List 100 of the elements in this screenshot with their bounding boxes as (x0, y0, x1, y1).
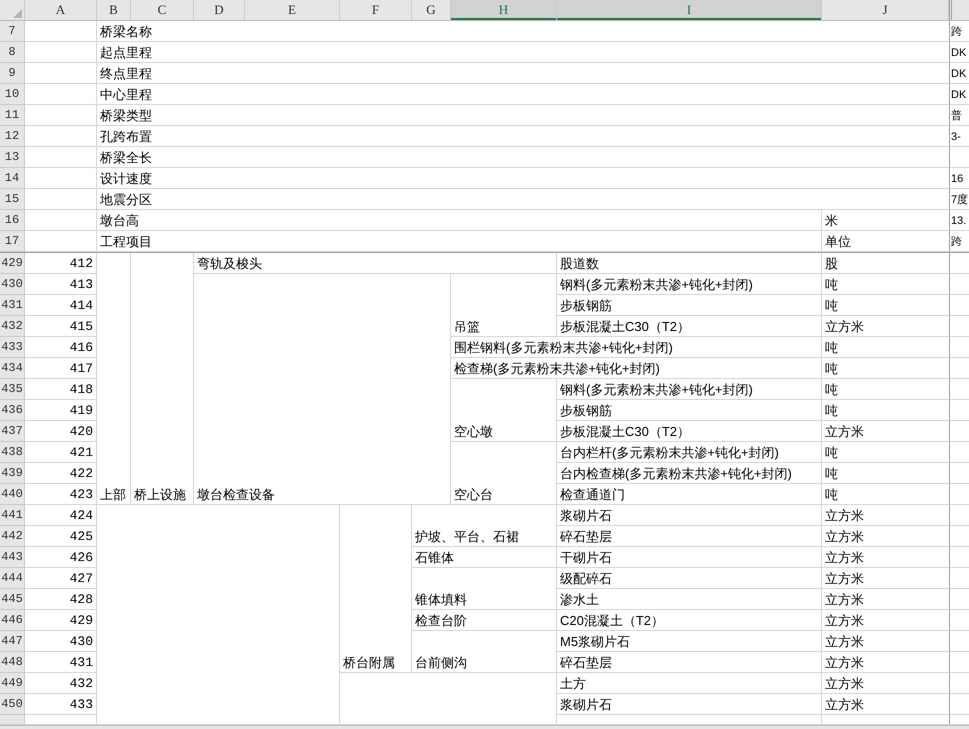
table-cell: 吨 (822, 337, 949, 358)
table-cell: 433 (25, 694, 97, 715)
row-header[interactable]: 8 (0, 42, 25, 63)
table-cell: C20混凝土（T2） (557, 610, 822, 631)
column-header[interactable]: I (557, 0, 822, 20)
table-cell: 终点里程 (97, 63, 949, 84)
row-header[interactable]: 15 (0, 189, 25, 210)
table-cell: 425 (25, 526, 97, 547)
column-header[interactable]: F (340, 0, 412, 20)
table-cell: 锥体填料 (412, 568, 557, 610)
table-cell: 墩台高 (97, 210, 822, 231)
row-header[interactable]: 435 (0, 379, 25, 400)
table-cell: 立方米 (822, 694, 949, 715)
table-cell: 432 (25, 673, 97, 694)
table-cell: 吨 (822, 442, 949, 463)
table-cell: 桥上设施 (131, 253, 194, 505)
table-cell: 415 (25, 316, 97, 337)
table-cell: 步板混凝土C30（T2） (557, 421, 822, 442)
table-cell: 吨 (822, 400, 949, 421)
table-cell: 426 (25, 547, 97, 568)
row-header[interactable]: 10 (0, 84, 25, 105)
row-header[interactable]: 444 (0, 568, 25, 589)
row-header[interactable]: 438 (0, 442, 25, 463)
row-header[interactable]: 431 (0, 295, 25, 316)
table-cell: 16 (949, 168, 969, 189)
row-header[interactable]: 441 (0, 505, 25, 526)
table-cell: 431 (25, 652, 97, 673)
row-header[interactable]: 439 (0, 463, 25, 484)
table-cell: 钢料(多元素粉末共渗+钝化+封闭) (557, 274, 822, 295)
table-cell: 干砌片石 (557, 547, 822, 568)
row-header[interactable]: 437 (0, 421, 25, 442)
column-header[interactable]: H (451, 0, 557, 20)
table-cell: 中心里程 (97, 84, 949, 105)
table-cell: 设计速度 (97, 168, 949, 189)
row-header[interactable]: 433 (0, 337, 25, 358)
row-header[interactable]: 429 (0, 253, 25, 274)
table-cell: 级配碎石 (557, 568, 822, 589)
table-cell: 碎石垫层 (557, 526, 822, 547)
row-header[interactable]: 445 (0, 589, 25, 610)
table-cell: 墩台检查设备 (194, 274, 451, 505)
table-cell: 417 (25, 358, 97, 379)
row-header[interactable]: 447 (0, 631, 25, 652)
table-cell: 立方米 (822, 631, 949, 652)
table-cell: 423 (25, 484, 97, 505)
row-header[interactable]: 448 (0, 652, 25, 673)
table-cell: 412 (25, 253, 97, 274)
table-cell: 418 (25, 379, 97, 400)
row-header[interactable]: 11 (0, 105, 25, 126)
table-cell: DK (949, 42, 969, 63)
table-cell: 空心台 (451, 442, 557, 505)
table-cell: 立方米 (822, 568, 949, 589)
table-cell: 413 (25, 274, 97, 295)
table-cell: M5浆砌片石 (557, 631, 822, 652)
row-header[interactable] (0, 715, 25, 725)
table-cell: 孔跨布置 (97, 126, 949, 147)
table-cell: 股 (822, 253, 949, 274)
row-header[interactable]: 430 (0, 274, 25, 295)
table-cell: DK (949, 84, 969, 105)
row-header[interactable]: 9 (0, 63, 25, 84)
table-cell: 立方米 (822, 589, 949, 610)
column-header[interactable]: B (97, 0, 131, 20)
table-cell: 空心墩 (451, 379, 557, 442)
table-cell: 419 (25, 400, 97, 421)
table-cell: 吨 (822, 274, 949, 295)
table-cell: 立方米 (822, 421, 949, 442)
row-header[interactable]: 13 (0, 147, 25, 168)
row-header[interactable]: 17 (0, 231, 25, 252)
row-header[interactable]: 450 (0, 694, 25, 715)
table-cell: 股道数 (557, 253, 822, 274)
row-header[interactable]: 443 (0, 547, 25, 568)
column-header[interactable]: A (25, 0, 97, 20)
table-cell: 427 (25, 568, 97, 589)
table-cell: 台内检查梯(多元素粉末共渗+钝化+封闭) (557, 463, 822, 484)
table-cell: 桥台附属 (340, 505, 412, 673)
row-header[interactable]: 440 (0, 484, 25, 505)
row-header[interactable]: 14 (0, 168, 25, 189)
table-cell: 米 (822, 210, 949, 231)
row-header[interactable]: 434 (0, 358, 25, 379)
column-header[interactable]: E (245, 0, 340, 20)
row-header[interactable]: 12 (0, 126, 25, 147)
table-cell: 13. (949, 210, 969, 231)
row-header[interactable]: 7 (0, 21, 25, 42)
column-header[interactable]: C (131, 0, 194, 20)
row-header[interactable]: 432 (0, 316, 25, 337)
column-header[interactable]: D (194, 0, 245, 20)
table-cell: 吨 (822, 484, 949, 505)
table-cell: 步板混凝土C30（T2） (557, 316, 822, 337)
row-header[interactable]: 442 (0, 526, 25, 547)
row-header[interactable]: 436 (0, 400, 25, 421)
row-header[interactable]: 449 (0, 673, 25, 694)
row-header[interactable]: 16 (0, 210, 25, 231)
column-header[interactable]: J (822, 0, 949, 20)
table-cell: 跨 (949, 231, 969, 252)
table-cell: 立方米 (822, 526, 949, 547)
table-cell: 吊篮 (451, 274, 557, 337)
table-cell: 7度 (949, 189, 969, 210)
table-cell: 桥梁名称 (97, 21, 949, 42)
corner-triangle-icon[interactable] (13, 9, 22, 18)
table-cell: 钢料(多元素粉末共渗+钝化+封闭) (557, 379, 822, 400)
row-header[interactable]: 446 (0, 610, 25, 631)
